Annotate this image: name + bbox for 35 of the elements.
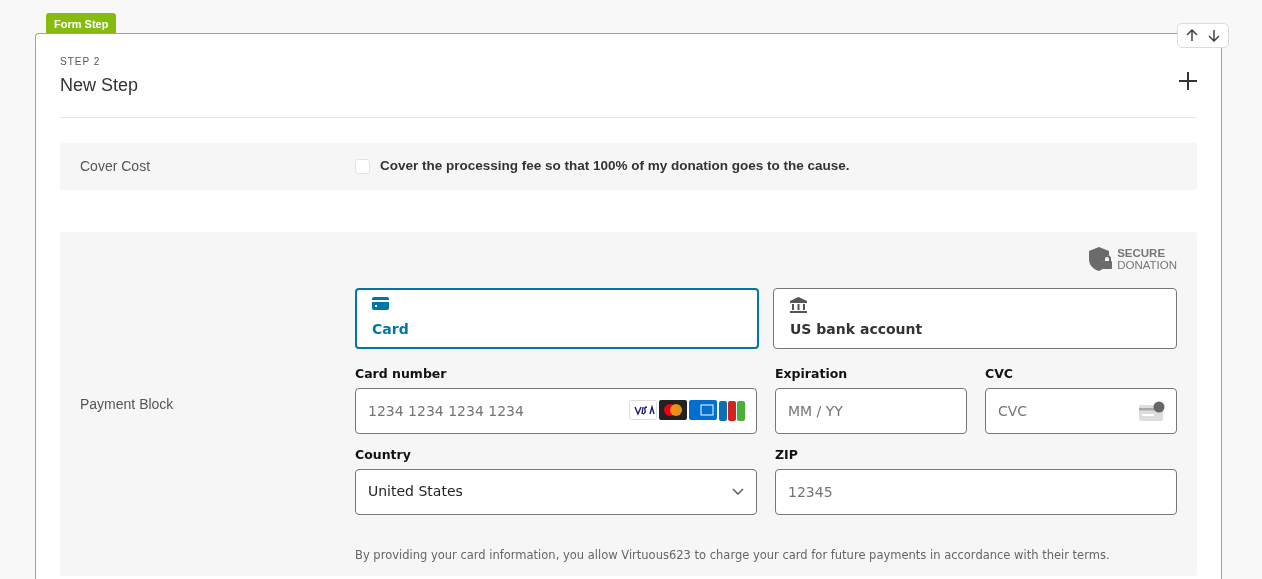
field-label: Expiration [775, 365, 849, 383]
plus-icon [1179, 71, 1197, 90]
arrow-up-icon [1186, 29, 1198, 42]
payment-method-tab[interactable]: Card [355, 288, 759, 349]
move-down-button[interactable] [1208, 29, 1220, 42]
secure-label: DONATION [1117, 258, 1177, 271]
field-label: CVC [985, 365, 1015, 383]
input-field[interactable]: 12345 [775, 468, 1177, 515]
card-brand-icon [629, 399, 657, 420]
payment-method-tab[interactable]: US bank account [773, 288, 1177, 349]
step-label: STEP 2 [60, 55, 102, 69]
move-up-button[interactable] [1186, 29, 1198, 42]
field-label: Country [355, 445, 412, 464]
frame-tag: Form Step [46, 13, 117, 36]
card-brand-icon [689, 399, 717, 420]
card-brand-icon [719, 399, 745, 422]
field-label: Card number [355, 365, 448, 383]
bank-icon [790, 297, 807, 313]
checkbox-label: Cover the processing fee so that 100% of my donation goes to the cause. [380, 157, 850, 176]
country-select[interactable]: United States [355, 468, 757, 515]
field-label: Payment Block [79, 394, 175, 414]
input-field[interactable]: CVC [985, 387, 1177, 434]
card-brand-icon [659, 399, 687, 420]
shield-lock-icon [1088, 245, 1115, 272]
field-label: Cover Cost [79, 157, 152, 176]
cvc-card-icon [1139, 400, 1165, 421]
checkbox[interactable] [355, 159, 370, 174]
chevron-down-icon [732, 487, 744, 496]
disclaimer-text: By providing your card information, you allow Virtuous623 to charge your card for future payments in accordance with their terms. [355, 546, 1111, 564]
field-label: ZIP [775, 445, 799, 464]
step-title: New Step [60, 74, 139, 97]
credit-card-icon [372, 297, 389, 310]
secure-label: SECURE [1117, 246, 1167, 259]
input-field[interactable]: MM / YY [775, 387, 967, 434]
arrow-down-icon [1208, 29, 1220, 42]
